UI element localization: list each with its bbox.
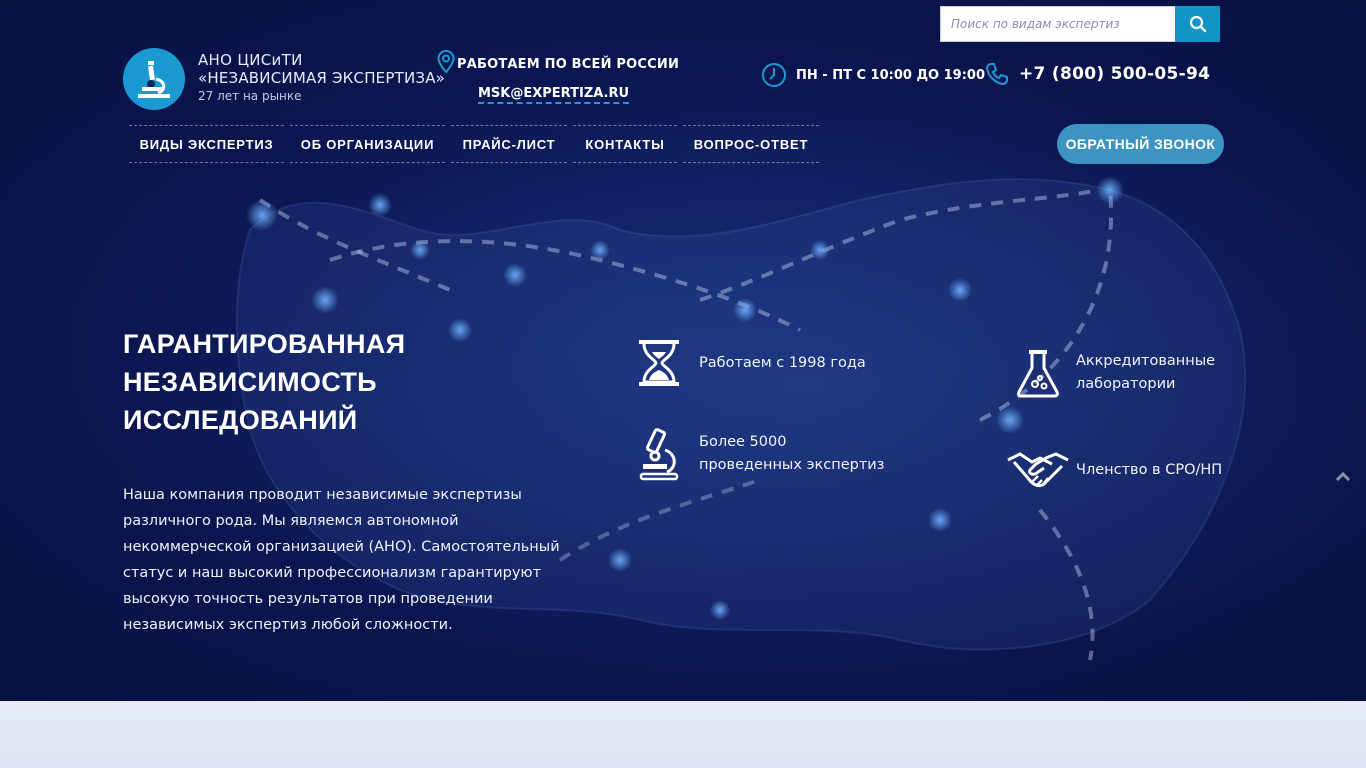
flask-icon xyxy=(1015,348,1061,398)
feature-accredited-labs: Аккредитованные лаборатории xyxy=(1015,348,1216,398)
hero-description: Наша компания проводит независимые экспе… xyxy=(123,487,560,633)
nav-item-about[interactable]: ОБ ОРГАНИЗАЦИИ xyxy=(290,125,445,163)
site-logo[interactable]: АНО ЦИСиТИ «НЕЗАВИСИМАЯ ЭКСПЕРТИЗА» 27 л… xyxy=(123,48,445,110)
hours-text: ПН - ПТ С 10:00 ДО 19:00 xyxy=(796,67,985,83)
phone-block[interactable]: +7 (800) 500-05-94 xyxy=(985,62,1210,86)
feature-label: Членство в СРО/НП xyxy=(1076,461,1223,478)
hourglass-icon xyxy=(637,338,681,388)
search-bar xyxy=(940,6,1220,42)
nav-item-expertise-types[interactable]: ВИДЫ ЭКСПЕРТИЗ xyxy=(129,125,284,163)
location-pin-icon xyxy=(437,50,455,74)
callback-button[interactable]: ОБРАТНЫЙ ЗВОНОК xyxy=(1057,124,1224,164)
clock-icon xyxy=(762,63,786,87)
nav-item-faq[interactable]: ВОПРОС-ОТВЕТ xyxy=(683,125,819,163)
hero-title: ГАРАНТИРОВАННАЯ НЕЗАВИСИМОСТЬ ИССЛЕДОВАН… xyxy=(123,329,406,435)
search-input[interactable] xyxy=(940,6,1175,42)
feature-sro-membership: Членство в СРО/НП xyxy=(1006,448,1222,492)
region-text: РАБОТАЕМ ПО ВСЕЙ РОССИИ xyxy=(457,56,680,72)
feature-label: Работаем с 1998 года xyxy=(699,354,866,371)
nav-item-contacts[interactable]: КОНТАКТЫ xyxy=(573,125,677,163)
microscope-icon xyxy=(637,426,681,482)
next-section-band xyxy=(0,701,1366,768)
handshake-icon xyxy=(1006,448,1070,492)
nav-item-price-list[interactable]: ПРАЙС-ЛИСТ xyxy=(451,125,567,163)
region-info: РАБОТАЕМ ПО ВСЕЙ РОССИИ xyxy=(437,50,679,74)
logo-line-1: АНО ЦИСиТИ xyxy=(198,51,303,69)
feature-since-1998: Работаем с 1998 года xyxy=(637,338,866,388)
phone-number[interactable]: +7 (800) 500-05-94 xyxy=(1019,64,1210,84)
logo-line-2: «НЕЗАВИСИМАЯ ЭКСПЕРТИЗА» xyxy=(198,69,446,87)
working-hours: ПН - ПТ С 10:00 ДО 19:00 xyxy=(761,62,985,88)
main-navigation: ВИДЫ ЭКСПЕРТИЗ ОБ ОРГАНИЗАЦИИ ПРАЙС-ЛИСТ… xyxy=(129,125,825,163)
logo-tagline: 27 лет на рынке xyxy=(198,89,302,103)
email-link[interactable]: MSK@EXPERTIZA.RU xyxy=(478,86,630,104)
chevron-up-icon xyxy=(1335,471,1351,482)
search-icon xyxy=(1189,15,1206,33)
microscope-logo-icon xyxy=(123,48,185,110)
feature-label: Аккредитованные лаборатории xyxy=(1076,353,1216,392)
scroll-to-top-button[interactable] xyxy=(1333,466,1353,486)
feature-5000-expertises: Более 5000 проведенных экспертиз xyxy=(637,426,889,482)
phone-icon xyxy=(985,63,1008,86)
feature-label: Более 5000 проведенных экспертиз xyxy=(699,434,885,473)
search-button[interactable] xyxy=(1175,6,1220,42)
